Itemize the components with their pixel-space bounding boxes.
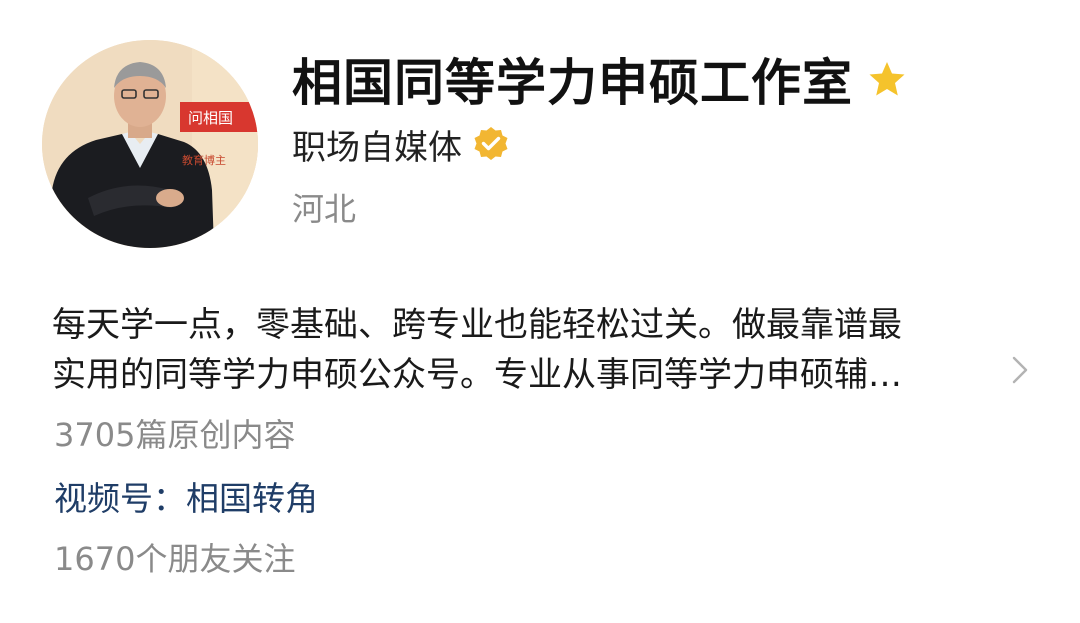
- original-articles-count[interactable]: 3705篇原创内容: [54, 410, 295, 456]
- bio-line: 每天学一点，零基础、跨专业也能轻松过关。做最靠谱最: [52, 305, 902, 345]
- avatar-banner-text: 问相国: [188, 109, 233, 127]
- bio-line: 实用的同等学力申硕公众号。专业从事同等学力申硕辅…: [52, 355, 902, 395]
- account-category: 职场自媒体: [292, 127, 462, 168]
- video-channel-name: 相国转角: [186, 479, 318, 518]
- video-channel-label: 视频号：: [54, 479, 186, 518]
- star-icon[interactable]: [867, 59, 907, 99]
- chevron-right-icon[interactable]: [1008, 350, 1032, 390]
- account-profile-card: 问相国 教育博主 相国同等学力申硕工作室 职场自媒体 河北 每天学一点，零基础、…: [0, 0, 1080, 623]
- name-row: 相国同等学力申硕工作室: [292, 44, 907, 114]
- avatar-photo: 问相国 教育博主: [42, 40, 258, 248]
- verified-badge-icon: [472, 125, 510, 163]
- account-bio[interactable]: 每天学一点，零基础、跨专业也能轻松过关。做最靠谱最 实用的同等学力申硕公众号。专…: [52, 300, 1002, 400]
- avatar[interactable]: 问相国 教育博主: [42, 40, 258, 248]
- category-row: 职场自媒体: [292, 120, 510, 168]
- video-channel-link[interactable]: 视频号：相国转角: [54, 472, 318, 520]
- account-name: 相国同等学力申硕工作室: [292, 54, 853, 112]
- friends-following-count[interactable]: 1670个朋友关注: [54, 534, 295, 580]
- account-location: 河北: [292, 190, 357, 228]
- avatar-tag-text: 教育博主: [182, 153, 226, 167]
